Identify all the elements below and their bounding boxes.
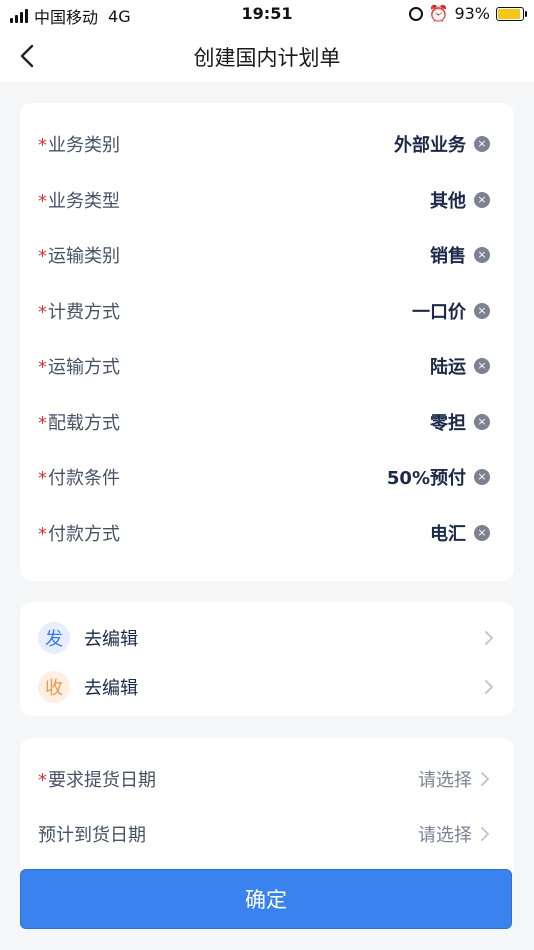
date-placeholder: 请选择: [418, 825, 472, 846]
dates-card: *要求提货日期 请选择 预计到货日期 请选择: [20, 738, 514, 878]
chevron-right-icon: [481, 827, 489, 841]
field-row-loading-method[interactable]: *配载方式 零担 ×: [38, 402, 490, 442]
field-value: 零担: [430, 413, 466, 434]
field-value: 电汇: [430, 524, 466, 545]
field-value: 其他: [430, 191, 466, 212]
field-row-payment-method[interactable]: *付款方式 电汇 ×: [38, 513, 490, 553]
parties-card: 发 去编辑 收 去编辑: [20, 602, 514, 716]
clear-icon[interactable]: ×: [474, 358, 490, 374]
chevron-right-icon: [485, 680, 493, 694]
field-row-billing-method[interactable]: *计费方式 一口价 ×: [38, 291, 490, 331]
required-mark: *: [38, 191, 47, 212]
field-value: 销售: [430, 246, 466, 267]
field-label: *业务类型: [38, 191, 120, 212]
chevron-right-icon: [481, 772, 489, 786]
page-title: 创建国内计划单: [193, 46, 341, 70]
sender-badge: 发: [38, 622, 70, 654]
date-placeholder: 请选择: [418, 770, 472, 791]
arrival-date-picker[interactable]: 请选择: [418, 821, 490, 847]
required-mark: *: [38, 413, 47, 434]
clear-icon[interactable]: ×: [474, 247, 490, 263]
required-mark: *: [38, 357, 47, 378]
arrival-date-label: 预计到货日期: [38, 825, 146, 846]
field-row-business-category[interactable]: *业务类别 外部业务 ×: [38, 124, 490, 164]
field-label: *计费方式: [38, 302, 120, 323]
required-mark: *: [38, 135, 47, 156]
clear-icon[interactable]: ×: [474, 192, 490, 208]
battery-percent: 93%: [454, 4, 490, 23]
status-right: ⏰ 93%: [408, 4, 527, 23]
sender-edit-row[interactable]: 发 去编辑: [38, 620, 494, 656]
clear-icon[interactable]: ×: [474, 303, 490, 319]
required-mark: *: [38, 524, 47, 545]
field-label: *配载方式: [38, 413, 120, 434]
field-row-payment-terms[interactable]: *付款条件 50%预付 ×: [38, 457, 490, 497]
required-mark: *: [38, 770, 47, 791]
field-label: *付款方式: [38, 524, 120, 545]
alarm-icon: ⏰: [428, 4, 449, 23]
field-value: 外部业务: [394, 135, 466, 156]
receiver-edit-label: 去编辑: [84, 678, 138, 699]
clear-icon[interactable]: ×: [474, 469, 490, 485]
clear-icon[interactable]: ×: [474, 414, 490, 430]
field-label: *付款条件: [38, 468, 120, 489]
field-label: *业务类别: [38, 135, 120, 156]
field-value: 50%预付: [386, 468, 466, 489]
pickup-date-row[interactable]: *要求提货日期 请选择: [38, 759, 490, 799]
receiver-badge: 收: [38, 671, 70, 703]
confirm-button[interactable]: 确定: [20, 869, 512, 929]
field-row-transport-method[interactable]: *运输方式 陆运 ×: [38, 346, 490, 386]
field-row-transport-category[interactable]: *运输类别 销售 ×: [38, 235, 490, 275]
required-mark: *: [38, 468, 47, 489]
battery-icon: [496, 6, 527, 21]
field-value: 陆运: [430, 357, 466, 378]
orientation-lock-icon: [408, 6, 423, 21]
field-value: 一口价: [412, 302, 466, 323]
required-mark: *: [38, 246, 47, 267]
clear-icon[interactable]: ×: [474, 136, 490, 152]
nav-bar: 创建国内计划单: [0, 30, 534, 82]
plan-fields-card: *业务类别 外部业务 × *业务类型 其他 × *运输类别 销售 × *计费方式 一口…: [20, 103, 514, 581]
field-label: *运输类别: [38, 246, 120, 267]
required-mark: *: [38, 302, 47, 323]
chevron-right-icon: [485, 631, 493, 645]
arrival-date-row[interactable]: 预计到货日期 请选择: [38, 814, 490, 854]
pickup-date-picker[interactable]: 请选择: [418, 766, 490, 792]
field-row-business-type[interactable]: *业务类型 其他 ×: [38, 180, 490, 220]
sender-edit-label: 去编辑: [84, 629, 138, 650]
receiver-edit-row[interactable]: 收 去编辑: [38, 669, 494, 705]
clear-icon[interactable]: ×: [474, 525, 490, 541]
status-bar: 中国移动 4G 19:51 ⏰ 93%: [0, 0, 534, 30]
pickup-date-label: *要求提货日期: [38, 770, 156, 791]
field-label: *运输方式: [38, 357, 120, 378]
